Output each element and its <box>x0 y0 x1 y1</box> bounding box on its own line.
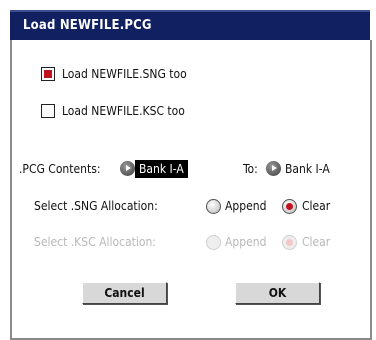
sng-clear-radio[interactable] <box>282 199 297 214</box>
radio-selected-icon <box>286 203 293 210</box>
ksc-append-label: Append <box>225 235 267 249</box>
sng-allocation-label: Select .SNG Allocation: <box>34 199 158 213</box>
pcg-contents-bank-select[interactable]: Bank I-A <box>135 160 188 178</box>
ksc-allocation-label: Select .KSC Allocation: <box>34 235 156 249</box>
load-sng-label: Load NEWFILE.SNG too <box>62 67 187 81</box>
check-mark-icon <box>44 70 52 78</box>
sng-append-radio[interactable] <box>206 199 221 214</box>
sng-clear-label: Clear <box>302 199 331 213</box>
ksc-append-radio <box>206 235 221 250</box>
ok-button[interactable]: OK <box>235 282 320 304</box>
sng-append-label: Append <box>225 199 267 213</box>
ksc-clear-label: Clear <box>302 235 331 249</box>
arrow-right-icon[interactable] <box>266 161 281 176</box>
load-ksc-checkbox[interactable] <box>41 104 55 118</box>
dialog-title: Load NEWFILE.PCG <box>23 18 152 33</box>
ksc-clear-radio <box>282 235 297 250</box>
cancel-button[interactable]: Cancel <box>82 282 167 304</box>
arrow-right-icon[interactable] <box>120 161 135 176</box>
load-sng-checkbox[interactable] <box>41 67 55 81</box>
load-ksc-label: Load NEWFILE.KSC too <box>62 104 185 118</box>
radio-selected-icon <box>286 239 293 246</box>
pcg-contents-label: .PCG Contents: <box>19 162 101 176</box>
to-bank-select[interactable]: Bank I-A <box>281 160 334 178</box>
load-pcg-dialog: Load NEWFILE.PCG Load NEWFILE.SNG too Lo… <box>10 10 372 340</box>
to-label: To: <box>243 162 258 176</box>
title-bar: Load NEWFILE.PCG <box>10 10 370 40</box>
